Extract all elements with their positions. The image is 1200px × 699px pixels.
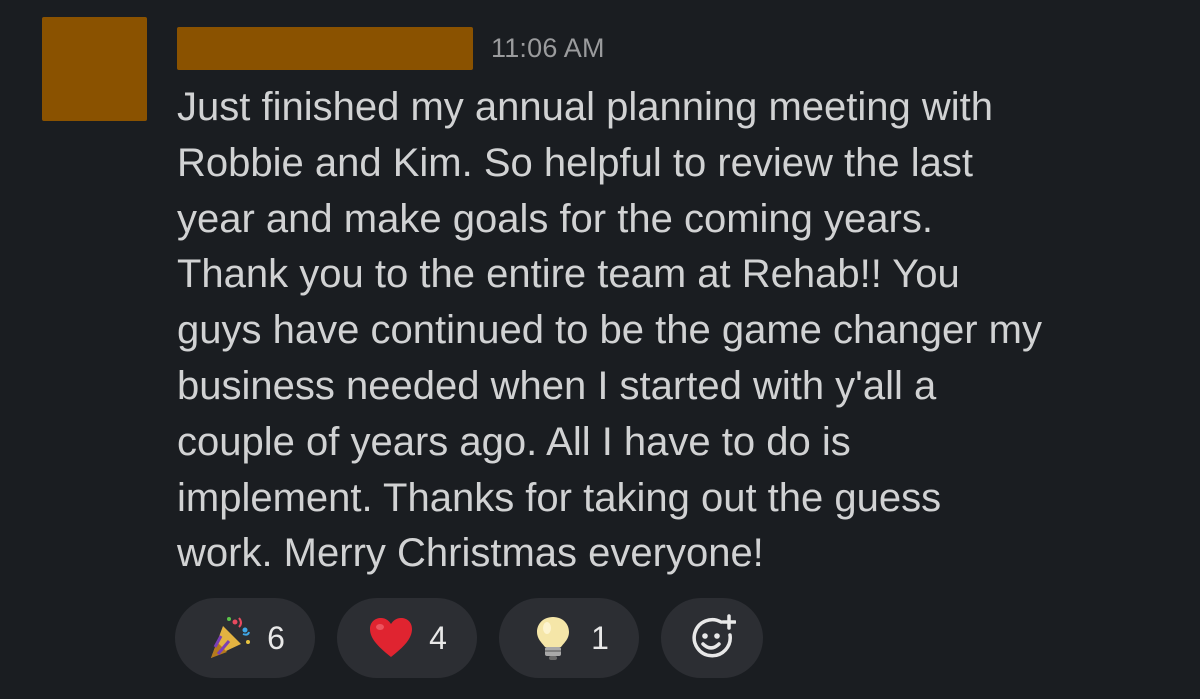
reaction-light-bulb[interactable]: 1: [499, 598, 639, 678]
add-reaction-button[interactable]: [661, 598, 763, 678]
reaction-red-heart[interactable]: 4: [337, 598, 477, 678]
chat-message: 11:06 AM Just finished my annual plannin…: [0, 0, 1200, 699]
reaction-count: 4: [429, 619, 447, 656]
sender-name-redacted[interactable]: [177, 26, 473, 70]
light-bulb-icon: [537, 617, 570, 660]
reaction-count: 6: [267, 619, 285, 656]
reaction-bar: 6 4 1: [175, 598, 763, 678]
reaction-count: 1: [591, 619, 609, 656]
add-reaction-icon: [692, 614, 736, 658]
reaction-party-popper[interactable]: 6: [175, 598, 315, 678]
message-timestamp[interactable]: 11:06 AM: [491, 33, 605, 64]
message-header: 11:06 AM: [177, 26, 605, 70]
message-text: Just finished my annual planning meeting…: [177, 85, 1042, 576]
red-heart-icon: [370, 618, 413, 657]
party-popper-icon: [211, 617, 251, 658]
avatar-redacted[interactable]: [42, 17, 147, 121]
